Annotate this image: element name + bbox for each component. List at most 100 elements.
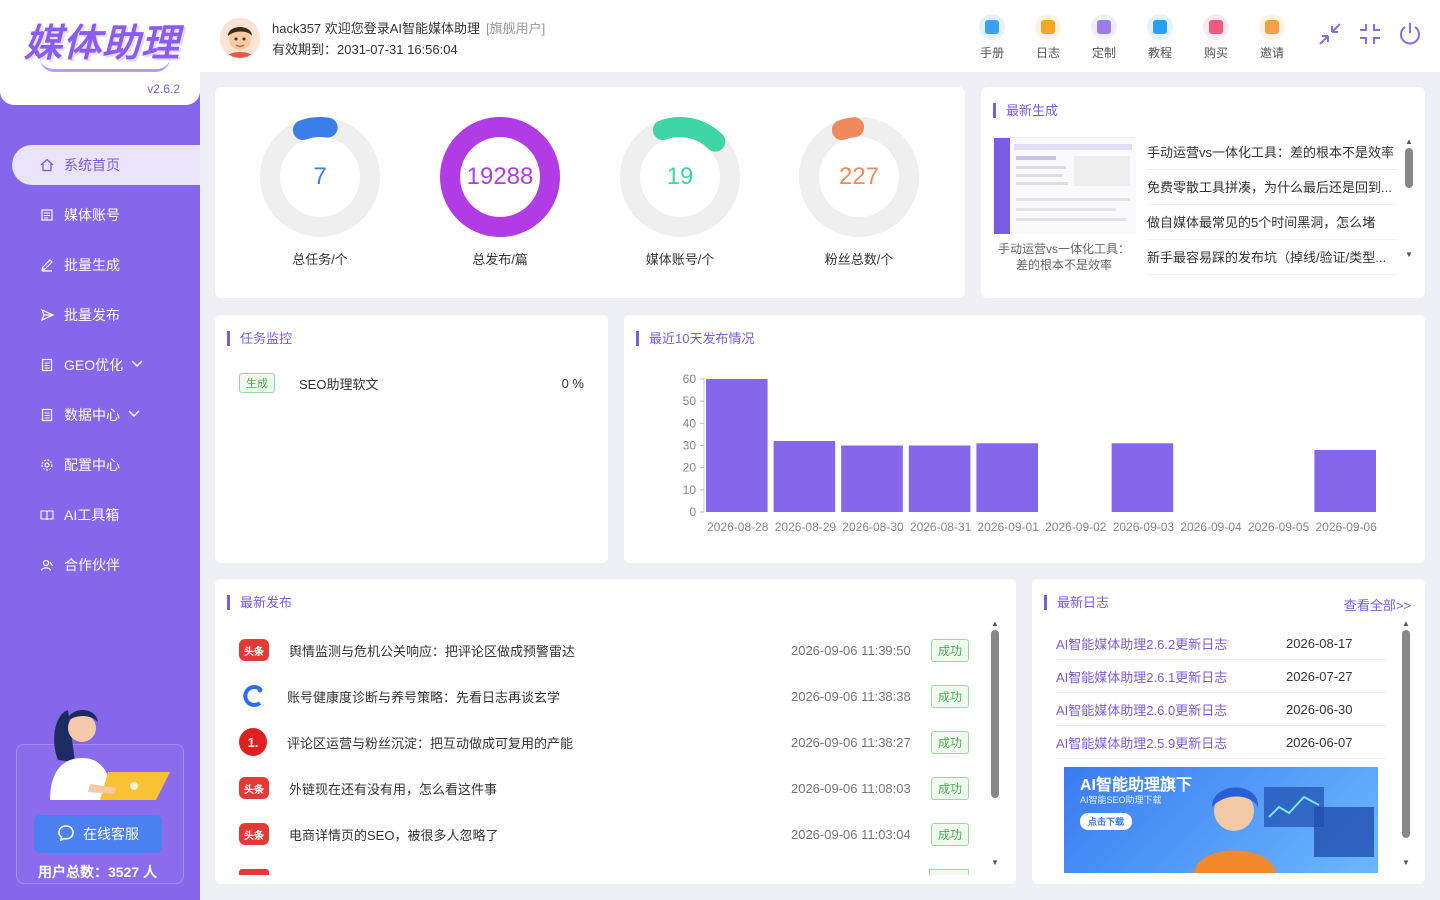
log-row[interactable]: AI智能媒体助理2.6.1更新日志 2026-07-27 — [1056, 660, 1386, 693]
thumbnail-caption: 手动运营vs一体化工具：差的根本不是效率 — [997, 242, 1130, 272]
generated-item[interactable]: 做自媒体最常见的5个时间黑洞，怎么堵 — [1147, 205, 1397, 240]
status-badge: 成功 — [930, 822, 969, 846]
chevron-down-icon — [131, 359, 143, 371]
task-name: SEO助理软文 — [299, 376, 379, 392]
toolbar-button-1[interactable]: 日志 — [1028, 14, 1068, 61]
welcome-message: hack357 欢迎您登录AI智能媒体助理 — [272, 21, 481, 36]
stat-value: 7 — [313, 163, 327, 190]
tool-icon — [1259, 14, 1285, 40]
toolbar-button-2[interactable]: 定制 — [1084, 14, 1124, 61]
toolbar-button-5[interactable]: 邀请 — [1252, 14, 1292, 61]
sidebar-item-4[interactable]: GEO优化 — [0, 345, 200, 385]
stat-label: 粉丝总数/个 — [824, 252, 894, 267]
stat-ring: 7 — [260, 117, 380, 237]
sidebar-item-2[interactable]: 批量生成 — [0, 245, 200, 285]
chart-bar[interactable] — [1314, 449, 1376, 512]
publish-bar-chart: 0 10 20 30 40 50 60 2026-08-28 2026-08-29 2026-08… — [683, 372, 1378, 534]
version-label: v2.6.2 — [147, 82, 180, 96]
sidebar-item-8[interactable]: 合作伙伴 — [0, 545, 200, 585]
list-icon — [40, 208, 54, 222]
log-row[interactable]: AI智能媒体助理2.5.9更新日志 2026-06-07 — [1056, 726, 1386, 759]
power-icon[interactable] — [1396, 20, 1424, 48]
cblue-icon — [239, 682, 267, 710]
download-banner[interactable]: AI智能助理旗下 AI智能SEO助理下载 点击下载 — [1064, 767, 1378, 873]
task-row[interactable]: 生成 SEO助理软文 0 % — [239, 373, 584, 393]
sidebar-item-7[interactable]: AI工具箱 — [0, 495, 200, 535]
header: hack357 欢迎您登录AI智能媒体助理 [旗舰用户] 有效期到：2031-07… — [200, 0, 1440, 72]
publish-time: 2026-09-06 11:38:27 — [790, 734, 911, 750]
sidebar-item-label: AI工具箱 — [64, 507, 120, 523]
sidebar-item-6[interactable]: 配置中心 — [0, 445, 200, 485]
publish-row[interactable]: 头条 外链现在还有没有用，怎么看这件事 2026-09-06 11:08:03 成功 — [239, 765, 969, 811]
doc-icon — [40, 358, 54, 372]
chart-bar[interactable] — [841, 445, 903, 513]
yidian-icon: 1. — [239, 728, 267, 756]
tool-icon — [1203, 14, 1229, 40]
collapse-arrows-icon[interactable] — [1316, 20, 1344, 48]
y-tick-label: 60 — [683, 372, 697, 386]
stat-value: 19288 — [466, 163, 534, 190]
task-monitor-title: 任务监控 — [227, 331, 292, 346]
banner-illustration-icon — [1194, 787, 1374, 873]
x-tick-label: 2026-08-28 — [707, 520, 769, 534]
status-badge: 成功 — [930, 638, 969, 662]
fullscreen-icon[interactable] — [1356, 20, 1384, 48]
toolbar-button-3[interactable]: 教程 — [1140, 14, 1180, 61]
sidebar-item-label: 系统首页 — [64, 157, 120, 173]
publish-title: 舆情监测与危机公关响应：把评论区做成预警雷达 — [289, 643, 576, 659]
publish-time: 2026-09-06 11:38:38 — [790, 688, 911, 704]
generated-item[interactable]: 免费零散工具拼凑，为什么最后还是回到... — [1147, 170, 1397, 205]
latest-log-card: 最新日志 查看全部>> AI智能媒体助理2.6.2更新日志 2026-08-17 A… — [1032, 579, 1425, 884]
home-icon — [40, 158, 54, 172]
user-total: 用户总数：3527 人 — [38, 864, 158, 880]
tool-label: 定制 — [1091, 46, 1116, 60]
latest-thumbnail[interactable] — [993, 137, 1136, 234]
publish-chart-card: 最近10天发布情况 0 10 20 30 40 50 60 2026-08-28 2026-08… — [624, 315, 1425, 563]
publish-row[interactable]: 头条 舆情监测与危机公关响应：把评论区做成预警雷达 2026-09-06 11:39… — [239, 627, 969, 673]
toolbar-button-0[interactable]: 手册 — [972, 14, 1012, 61]
latest-publish-scrollbar[interactable]: ▲ ▼ — [991, 619, 999, 869]
log-row[interactable]: AI智能媒体助理2.6.2更新日志 2026-08-17 — [1056, 627, 1386, 660]
avatar[interactable] — [220, 18, 260, 58]
x-tick-label: 2026-08-30 — [842, 520, 904, 534]
publish-row[interactable]: 1. 评论区运营与粉丝沉淀：把互动做成可复用的产能 2026-09-06 11:38… — [239, 719, 969, 765]
sidebar-item-5[interactable]: 数据中心 — [0, 395, 200, 435]
sidebar-item-1[interactable]: 媒体账号 — [0, 195, 200, 235]
publish-row[interactable]: 头条 电商详情页的SEO，被很多人忽略了 2026-09-06 11:03:04 成功 — [239, 811, 969, 857]
sidebar-item-label: GEO优化 — [64, 357, 124, 373]
chart-bar[interactable] — [908, 445, 971, 513]
view-all-link[interactable]: 查看全部>> — [1344, 595, 1411, 614]
latest-generated-list: 手动运营vs一体化工具：差的根本不是效率 免费零散工具拼凑，为什么最后还是回到..… — [1147, 135, 1397, 275]
log-row[interactable]: AI智能媒体助理2.6.0更新日志 2026-06-30 — [1056, 693, 1386, 726]
support-illustration-icon — [50, 710, 170, 800]
user-tag: [旗舰用户] — [486, 21, 546, 36]
generated-item[interactable]: 新手最容易踩的发布坑（掉线/验证/类型... — [1147, 240, 1397, 275]
publish-row[interactable]: 账号健康度诊断与养号策略：先看日志再谈玄学 2026-09-06 11:38:38… — [239, 673, 969, 719]
x-tick-label: 2026-08-29 — [775, 520, 837, 534]
chart-bar[interactable] — [773, 441, 836, 512]
generated-item[interactable]: 手动运营vs一体化工具：差的根本不是效率 — [1147, 135, 1397, 170]
tool-label: 手册 — [979, 46, 1004, 60]
chart-bar[interactable] — [1111, 443, 1174, 512]
tool-icon — [979, 14, 1005, 40]
welcome-text: hack357 欢迎您登录AI智能媒体助理 [旗舰用户] — [272, 18, 545, 37]
toutiao-icon: 头条 — [239, 777, 269, 799]
chat-icon — [57, 824, 75, 845]
latest-log-scrollbar[interactable]: ▲ ▼ — [1402, 619, 1410, 869]
logo-swoosh — [40, 58, 170, 72]
online-support-button[interactable]: 在线客服 — [34, 815, 162, 853]
latest-publish-card: 最新发布 头条 舆情监测与危机公关响应：把评论区做成预警雷达 2026-09-06 … — [215, 579, 1016, 884]
y-tick-label: 30 — [683, 439, 697, 453]
toolbar-button-4[interactable]: 购买 — [1196, 14, 1236, 61]
chart-bar[interactable] — [976, 443, 1038, 512]
y-tick-label: 10 — [683, 483, 697, 497]
online-support-label: 在线客服 — [83, 826, 139, 842]
sidebar-item-3[interactable]: 批量发布 — [0, 295, 200, 335]
latest-generated-scrollbar[interactable]: ▲ ▼ — [1405, 137, 1413, 271]
tool-icon — [1035, 14, 1061, 40]
sidebar-item-0[interactable]: 系统首页 — [12, 145, 200, 185]
gear-icon — [40, 458, 54, 472]
latest-generated-card: 最新生成 手动运营vs一体化工具：差的根本不是效率 手动运营vs一体化工具：差的… — [981, 87, 1425, 298]
stat-label: 总任务/个 — [292, 252, 348, 267]
chart-bar[interactable] — [706, 379, 768, 512]
